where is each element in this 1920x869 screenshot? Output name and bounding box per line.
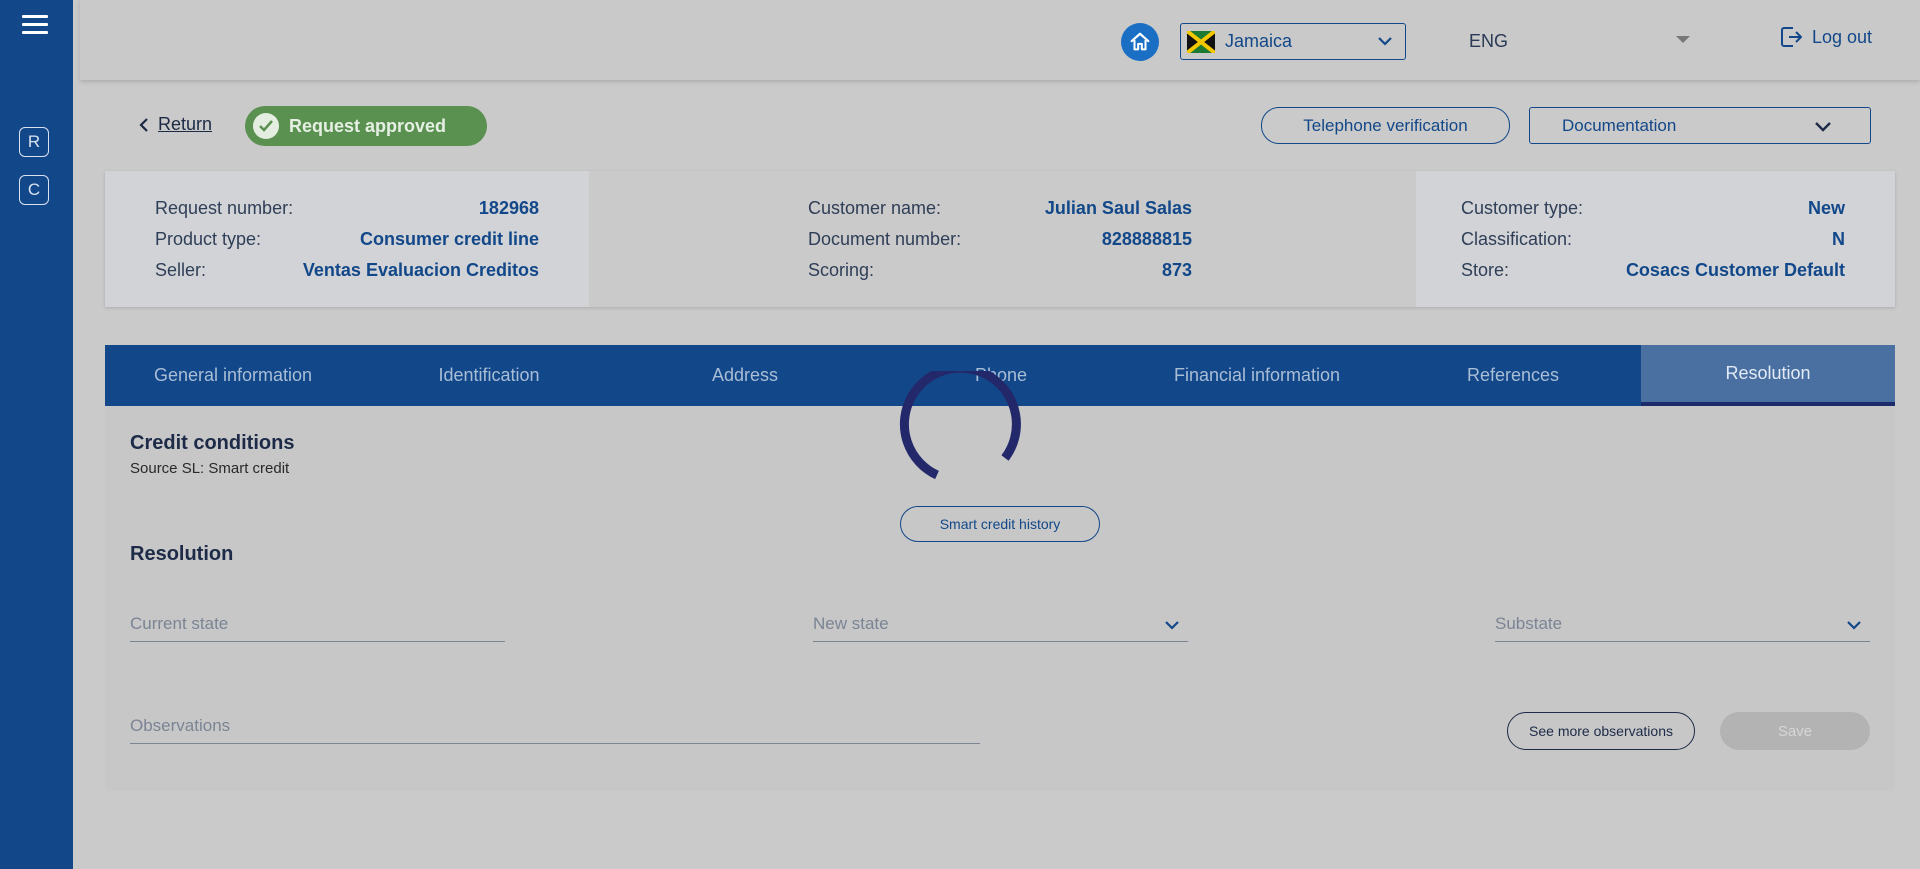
status-badge-label: Request approved bbox=[289, 115, 447, 136]
credit-source: Source SL: Smart credit bbox=[130, 460, 290, 477]
chevron-down-icon bbox=[1815, 122, 1831, 132]
save-button[interactable]: Save bbox=[1720, 712, 1870, 750]
credit-conditions-title: Credit conditions bbox=[130, 432, 295, 454]
classification-value: N bbox=[1832, 229, 1845, 249]
product-type-value: Consumer credit line bbox=[359, 229, 539, 249]
country-select[interactable]: Jamaica bbox=[1180, 23, 1406, 60]
customer-summary bbox=[589, 171, 1416, 307]
tab-references[interactable]: References bbox=[1385, 345, 1641, 406]
product-type-label: Product type: bbox=[155, 229, 262, 249]
chevron-down-icon bbox=[1378, 37, 1392, 46]
store-value: Cosacs Customer Default bbox=[1625, 260, 1845, 280]
see-more-observations-button[interactable]: See more observations bbox=[1507, 712, 1695, 750]
seller-label: Seller: bbox=[155, 260, 207, 280]
substate-placeholder: Substate bbox=[1495, 613, 1563, 633]
caret-down-icon[interactable] bbox=[1676, 36, 1690, 43]
language-select[interactable]: ENG bbox=[1469, 31, 1508, 52]
request-number-label: Request number: bbox=[155, 198, 294, 218]
scoring-label: Scoring: bbox=[808, 260, 875, 280]
logout-icon bbox=[1781, 27, 1802, 47]
tab-resolution[interactable]: Resolution bbox=[1641, 345, 1895, 406]
status-badge: Request approved bbox=[245, 106, 487, 146]
current-state-field[interactable]: Current state bbox=[130, 606, 505, 642]
tab-financial-information[interactable]: Financial information bbox=[1129, 345, 1385, 406]
sidebar-item-r[interactable]: R bbox=[19, 127, 49, 157]
new-state-placeholder: New state bbox=[813, 613, 889, 633]
home-icon bbox=[1130, 32, 1150, 51]
customer-name-value: Julian Saul Salas bbox=[1044, 198, 1192, 218]
request-number-value: 182968 bbox=[478, 198, 539, 218]
customer-name-label: Customer name: bbox=[808, 198, 942, 218]
chevron-down-icon bbox=[1165, 621, 1179, 630]
request-summary-panel: Request number: 182968 Product type: Con… bbox=[105, 171, 1895, 307]
home-button[interactable] bbox=[1121, 23, 1159, 61]
current-state-placeholder: Current state bbox=[130, 613, 229, 633]
document-number-label: Document number: bbox=[808, 229, 962, 249]
return-label: Return bbox=[158, 114, 213, 134]
documentation-select[interactable]: Documentation bbox=[1529, 107, 1871, 144]
country-name: Jamaica bbox=[1225, 31, 1293, 51]
logout-button[interactable]: Log out bbox=[1778, 24, 1872, 50]
seller-value: Ventas Evaluacion Creditos bbox=[302, 260, 539, 280]
new-state-select[interactable]: New state bbox=[813, 606, 1188, 642]
scoring-value: 873 bbox=[1161, 260, 1192, 280]
logout-label: Log out bbox=[1812, 26, 1873, 47]
tab-general-information[interactable]: General information bbox=[105, 345, 361, 406]
telephone-verification-button[interactable]: Telephone verification bbox=[1261, 107, 1510, 144]
top-header: Jamaica ENG Log out bbox=[80, 0, 1920, 80]
tab-identification[interactable]: Identification bbox=[361, 345, 617, 406]
resolution-title: Resolution bbox=[130, 543, 234, 565]
store-label: Store: bbox=[1461, 260, 1510, 280]
observations-field[interactable]: Observations bbox=[130, 708, 980, 744]
substate-select[interactable]: Substate bbox=[1495, 606, 1870, 642]
smart-credit-history-button[interactable]: Smart credit history bbox=[900, 506, 1100, 542]
chevron-left-icon bbox=[139, 117, 148, 132]
jamaica-flag-icon bbox=[1187, 30, 1215, 53]
customer-type-label: Customer type: bbox=[1461, 198, 1584, 218]
loading-spinner-icon bbox=[899, 371, 1021, 480]
document-number-value: 828888815 bbox=[1101, 229, 1192, 249]
classification-label: Classification: bbox=[1461, 229, 1573, 249]
documentation-label: Documentation bbox=[1562, 115, 1677, 135]
return-link[interactable]: Return bbox=[138, 114, 212, 135]
customer-type-value: New bbox=[1807, 198, 1845, 218]
tab-address[interactable]: Address bbox=[617, 345, 873, 406]
menu-icon[interactable] bbox=[22, 15, 48, 35]
sidebar-item-c[interactable]: C bbox=[19, 175, 49, 205]
check-icon bbox=[253, 113, 279, 139]
observations-placeholder: Observations bbox=[130, 715, 231, 735]
chevron-down-icon bbox=[1847, 621, 1861, 630]
sidebar: R C bbox=[0, 0, 73, 869]
